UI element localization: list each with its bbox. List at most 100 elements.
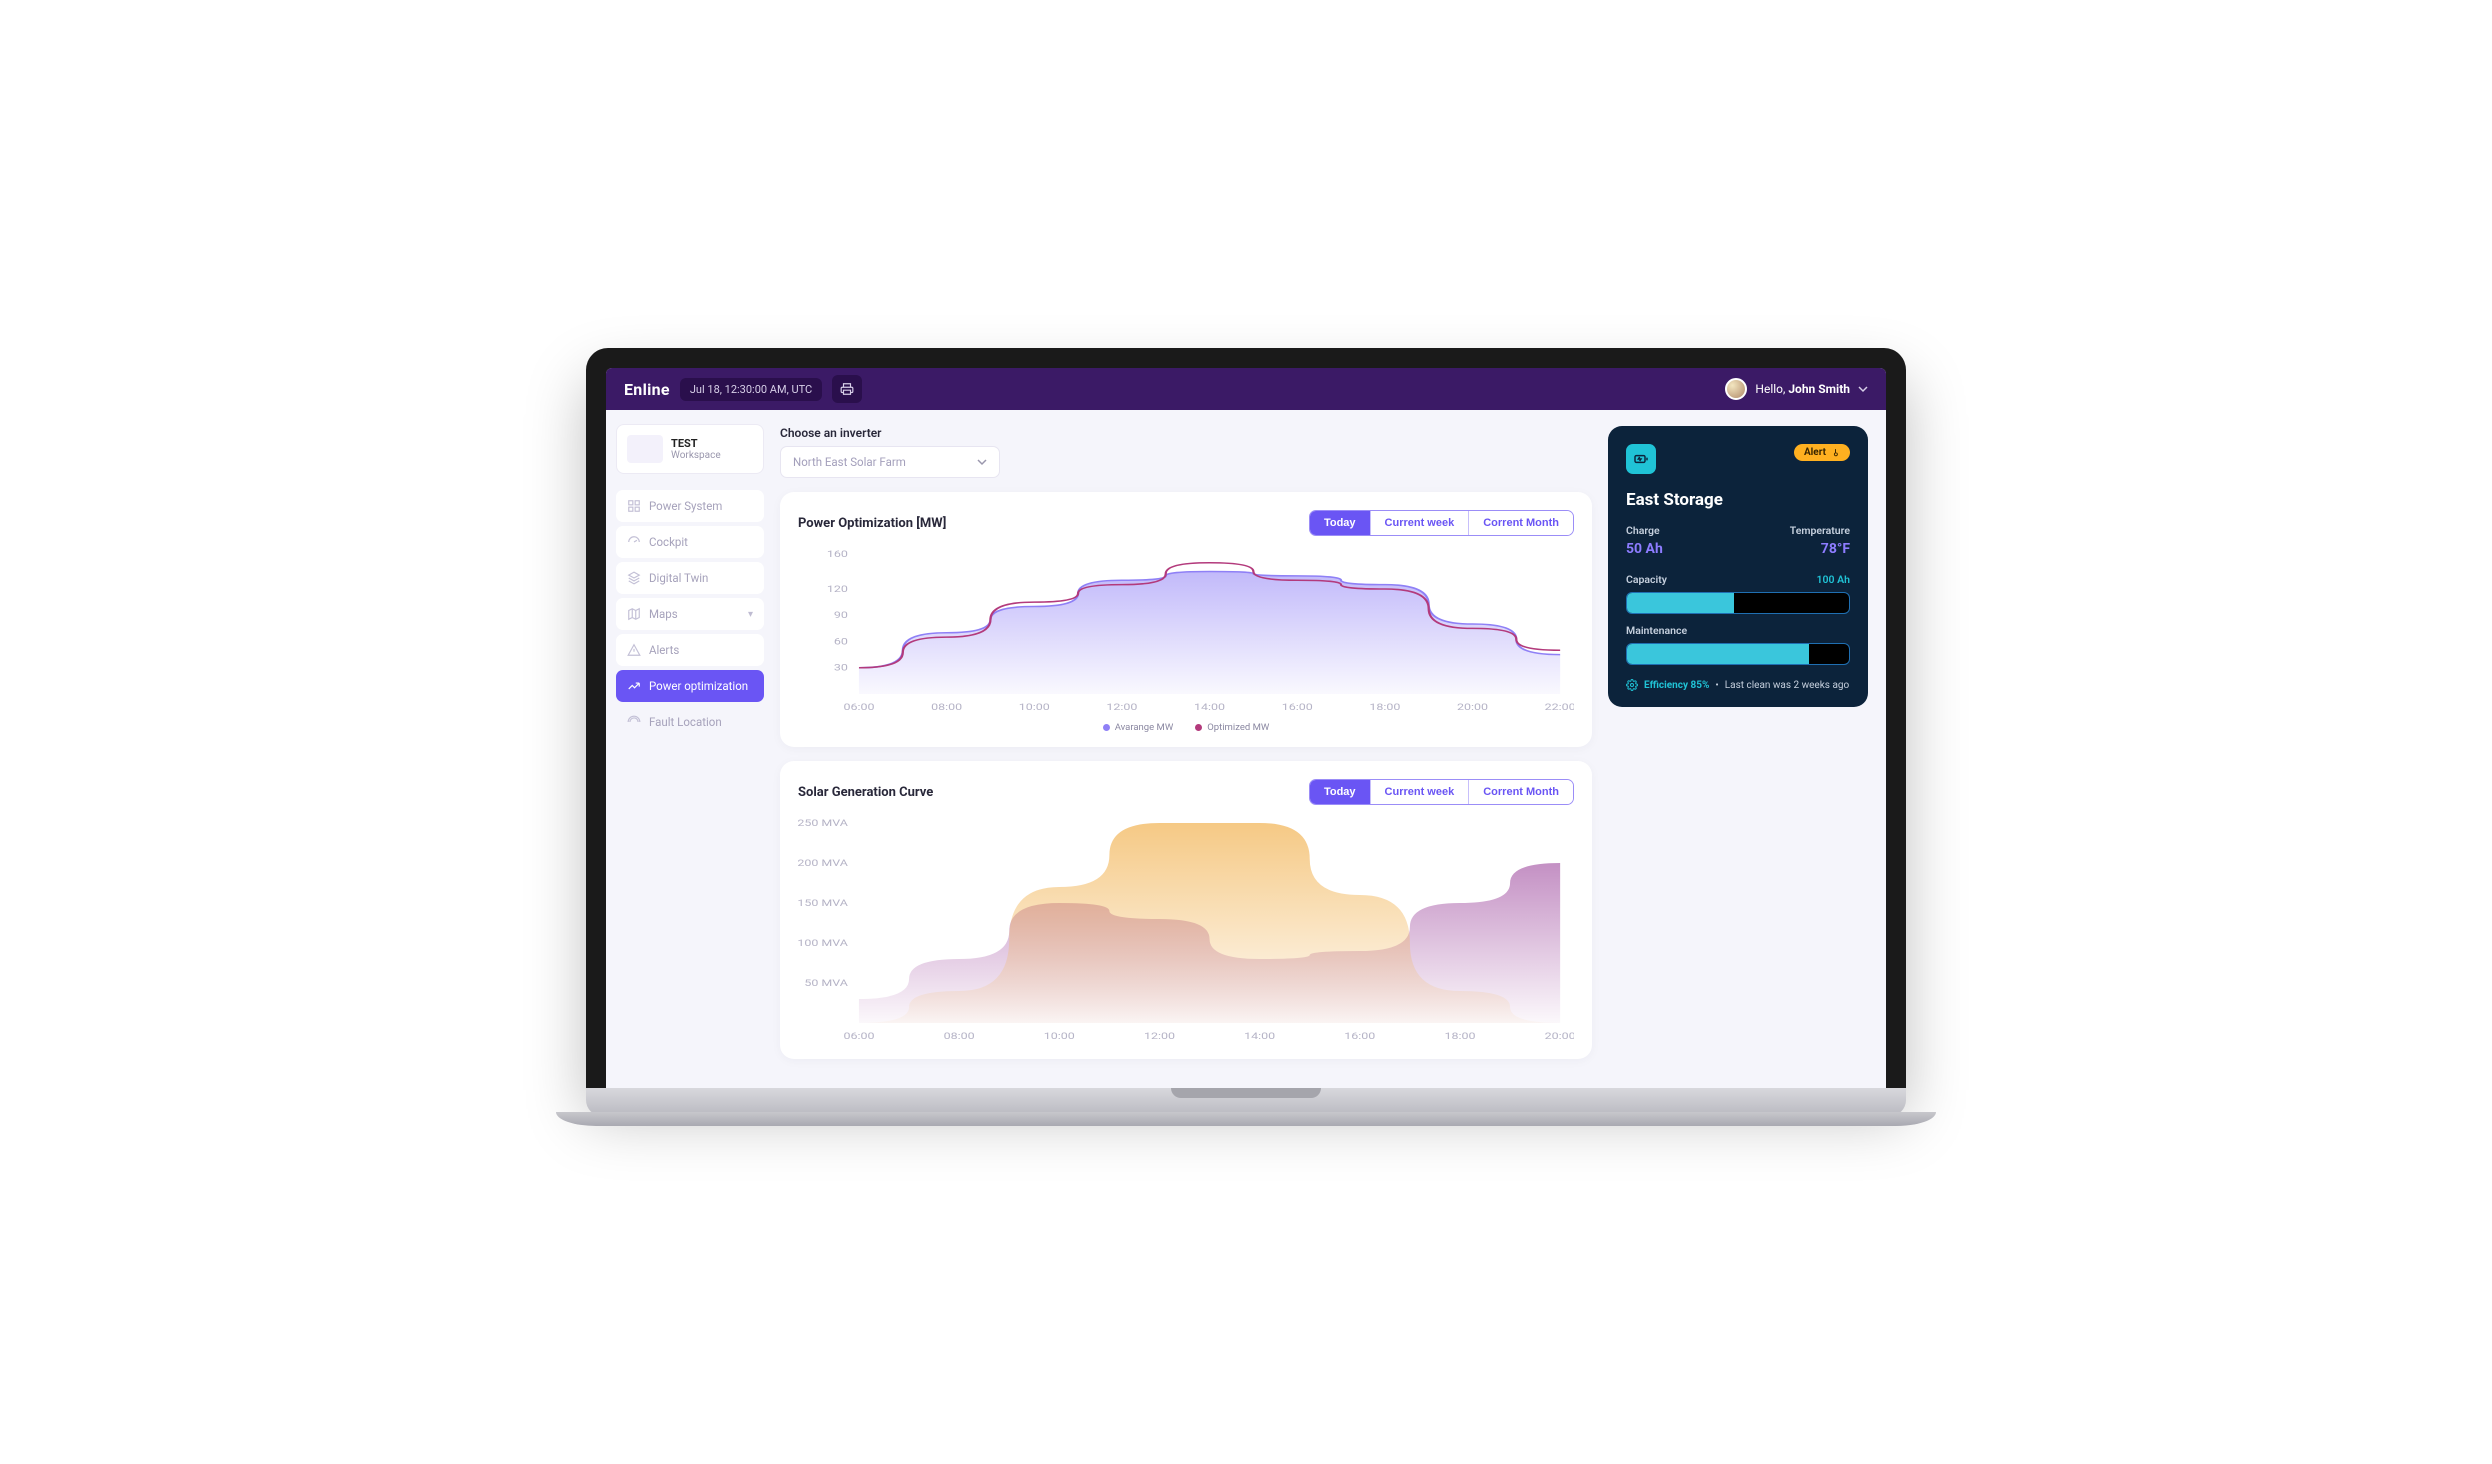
tab-today[interactable]: Today — [1310, 511, 1370, 535]
sidebar-item-label: Alerts — [649, 643, 679, 657]
time-range-tabs-solar: Today Current week Corrent Month — [1309, 779, 1574, 805]
storage-title: East Storage — [1626, 490, 1850, 510]
card-title: Solar Generation Curve — [798, 785, 933, 800]
svg-text:12:00: 12:00 — [1106, 702, 1137, 713]
battery-icon — [1626, 444, 1656, 474]
greeting: Hello, John Smith — [1755, 382, 1850, 396]
app-viewport: Enline Jul 18, 12:30:00 AM, UTC Hello, J… — [606, 368, 1886, 1088]
svg-text:18:00: 18:00 — [1369, 702, 1400, 713]
svg-text:16:00: 16:00 — [1344, 1031, 1375, 1042]
power-chart: 30 60 90 120 160 06:00 08:00 10:00 12:00 14:00 16:… — [798, 546, 1574, 716]
svg-text:150 MVA: 150 MVA — [798, 898, 848, 909]
sidebar-item-label: Power optimization — [649, 679, 748, 693]
svg-text:06:00: 06:00 — [843, 702, 874, 713]
svg-text:200 MVA: 200 MVA — [798, 858, 848, 869]
signal-icon — [627, 715, 641, 729]
sidebar-item-label: Cockpit — [649, 535, 688, 549]
storage-card: Alert East Storage Charge 50 Ah — [1608, 426, 1868, 707]
svg-text:50 MVA: 50 MVA — [804, 978, 848, 989]
power-legend: Avarange MW Optimized MW — [798, 722, 1574, 733]
efficiency-text: Efficiency 85% — [1644, 680, 1709, 691]
workspace-name: TEST — [671, 437, 721, 450]
svg-text:20:00: 20:00 — [1457, 702, 1488, 713]
printer-icon — [840, 382, 854, 396]
sidebar-item-label: Power System — [649, 499, 722, 513]
laptop-frame: Enline Jul 18, 12:30:00 AM, UTC Hello, J… — [586, 348, 1906, 1116]
svg-text:30: 30 — [834, 662, 848, 673]
sidebar-item-digital-twin[interactable]: Digital Twin — [616, 562, 764, 594]
map-icon — [627, 607, 641, 621]
svg-text:12:00: 12:00 — [1144, 1031, 1175, 1042]
capacity-value: 100 Ah — [1817, 573, 1850, 586]
sidebar-item-power-optimization[interactable]: Power optimization — [616, 670, 764, 702]
capacity-label: Capacity — [1626, 573, 1667, 586]
temperature-value: 78°F — [1790, 541, 1850, 557]
solar-generation-card: Solar Generation Curve Today Current wee… — [780, 761, 1592, 1059]
chevron-down-icon: ▾ — [748, 609, 753, 620]
svg-text:16:00: 16:00 — [1282, 702, 1313, 713]
alert-icon — [627, 643, 641, 657]
svg-text:20:00: 20:00 — [1545, 1031, 1574, 1042]
datetime-chip[interactable]: Jul 18, 12:30:00 AM, UTC — [680, 378, 822, 401]
grid-icon — [627, 499, 641, 513]
svg-text:08:00: 08:00 — [931, 702, 962, 713]
trend-icon — [627, 679, 641, 693]
tab-month[interactable]: Corrent Month — [1468, 780, 1573, 804]
sidebar-item-alerts[interactable]: Alerts — [616, 634, 764, 666]
tab-month[interactable]: Corrent Month — [1468, 511, 1573, 535]
capacity-bar — [1626, 592, 1850, 614]
tab-week[interactable]: Current week — [1370, 511, 1469, 535]
svg-text:10:00: 10:00 — [1019, 702, 1050, 713]
sidebar-item-maps[interactable]: Maps ▾ — [616, 598, 764, 630]
gauge-icon — [627, 535, 641, 549]
sidebar-item-cockpit[interactable]: Cockpit — [616, 526, 764, 558]
svg-text:22:00: 22:00 — [1545, 702, 1574, 713]
inverter-selected: North East Solar Farm — [793, 455, 906, 469]
svg-text:14:00: 14:00 — [1244, 1031, 1275, 1042]
sidebar-nav: Power System Cockpit Digital Twin M — [616, 490, 764, 738]
inverter-label: Choose an inverter — [780, 426, 1592, 440]
svg-text:06:00: 06:00 — [843, 1031, 874, 1042]
workspace-switcher[interactable]: TEST Workspace — [616, 424, 764, 474]
svg-text:10:00: 10:00 — [1044, 1031, 1075, 1042]
last-clean-text: Last clean was 2 weeks ago — [1725, 680, 1849, 691]
power-optimization-card: Power Optimization [MW] Today Current we… — [780, 492, 1592, 747]
maintenance-bar — [1626, 643, 1850, 665]
svg-text:90: 90 — [834, 610, 848, 621]
tab-week[interactable]: Current week — [1370, 780, 1469, 804]
sidebar-item-fault-location[interactable]: Fault Location — [616, 706, 764, 738]
charge-label: Charge — [1626, 524, 1663, 537]
chevron-down-icon — [977, 457, 987, 467]
svg-text:250 MVA: 250 MVA — [798, 818, 848, 829]
inverter-select[interactable]: North East Solar Farm — [780, 446, 1000, 478]
charge-value: 50 Ah — [1626, 541, 1663, 557]
print-button[interactable] — [832, 375, 862, 403]
thermometer-icon — [1831, 448, 1840, 457]
workspace-subtitle: Workspace — [671, 450, 721, 461]
card-title: Power Optimization [MW] — [798, 516, 946, 531]
svg-text:14:00: 14:00 — [1194, 702, 1225, 713]
maintenance-label: Maintenance — [1626, 624, 1687, 637]
topbar: Enline Jul 18, 12:30:00 AM, UTC Hello, J… — [606, 368, 1886, 410]
svg-text:160: 160 — [827, 549, 848, 560]
brand-logo: Enline — [624, 380, 670, 399]
alert-badge[interactable]: Alert — [1794, 444, 1850, 461]
temperature-label: Temperature — [1790, 524, 1850, 537]
solar-chart: 50 MVA100 MVA150 MVA200 MVA250 MVA06:000… — [798, 815, 1574, 1045]
sidebar-item-label: Digital Twin — [649, 571, 708, 585]
svg-text:60: 60 — [834, 636, 848, 647]
user-menu[interactable]: Hello, John Smith — [1725, 378, 1868, 400]
svg-text:18:00: 18:00 — [1444, 1031, 1475, 1042]
gear-icon — [1626, 679, 1638, 691]
workspace-thumb — [627, 435, 663, 463]
tab-today[interactable]: Today — [1310, 780, 1370, 804]
sidebar-item-label: Maps — [649, 607, 678, 621]
sidebar-item-label: Fault Location — [649, 715, 722, 729]
time-range-tabs-power: Today Current week Corrent Month — [1309, 510, 1574, 536]
chevron-down-icon — [1858, 384, 1868, 394]
sidebar-item-power-system[interactable]: Power System — [616, 490, 764, 522]
layers-icon — [627, 571, 641, 585]
svg-text:100 MVA: 100 MVA — [798, 938, 848, 949]
avatar — [1725, 378, 1747, 400]
svg-text:120: 120 — [827, 584, 848, 595]
